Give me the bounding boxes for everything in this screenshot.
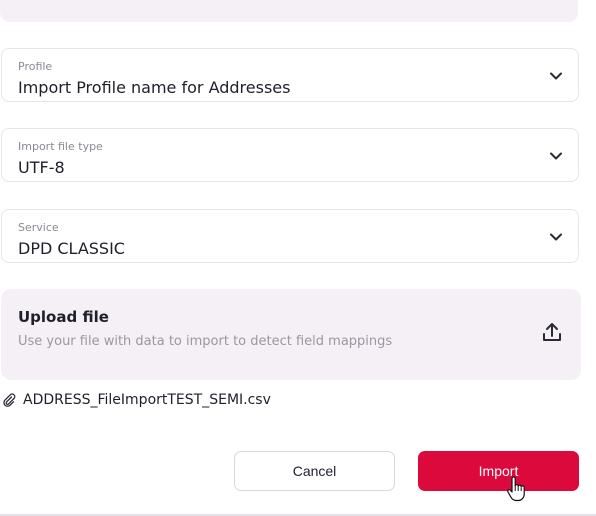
service-select[interactable]: Service DPD CLASSIC [1, 209, 579, 263]
chevron-down-icon [550, 72, 562, 80]
attached-file-name: ADDRESS_FileImportTEST_SEMI.csv [23, 392, 271, 408]
paperclip-icon [3, 393, 16, 407]
profile-value: Import Profile name for Addresses [18, 78, 291, 97]
cancel-button[interactable]: Cancel [234, 451, 395, 491]
attached-file: ADDRESS_FileImportTEST_SEMI.csv [2, 390, 271, 410]
profile-label: Profile [18, 60, 53, 73]
upload-file-dropzone[interactable]: Upload file Use your file with data to i… [1, 289, 581, 380]
profile-select[interactable]: Profile Import Profile name for Addresse… [1, 48, 579, 102]
service-label: Service [18, 221, 59, 234]
upload-title: Upload file [18, 308, 109, 326]
import-file-type-select[interactable]: Import file type UTF-8 [1, 128, 579, 182]
upload-description: Use your file with data to import to det… [18, 334, 393, 349]
previous-section-panel [0, 0, 578, 22]
import-button[interactable]: Import [418, 451, 579, 491]
import-file-type-value: UTF-8 [18, 158, 65, 177]
import-file-type-label: Import file type [18, 140, 103, 153]
chevron-down-icon [550, 233, 562, 241]
chevron-down-icon [550, 152, 562, 160]
service-value: DPD CLASSIC [18, 239, 125, 258]
hand-pointer-cursor-icon [507, 476, 525, 502]
upload-icon[interactable] [540, 320, 564, 344]
